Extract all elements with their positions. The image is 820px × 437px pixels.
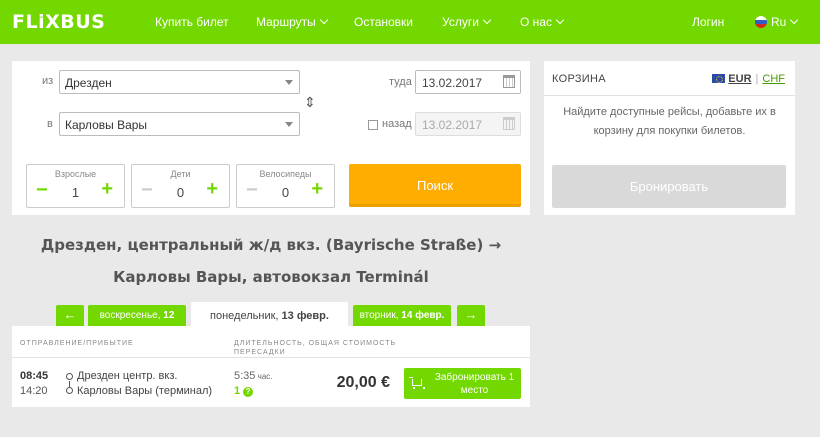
calendar-icon	[503, 117, 515, 130]
cart-title: КОРЗИНА	[552, 73, 606, 85]
to-label: в	[47, 118, 53, 130]
nav-routes[interactable]: Маршруты	[256, 15, 329, 29]
current-day-name: понедельник,	[210, 310, 282, 322]
trip-price: 20,00 €	[336, 374, 390, 391]
next-day-date: 14 февр.	[401, 310, 445, 321]
current-day-date: 13 февр.	[281, 310, 329, 322]
currency-chf[interactable]: CHF	[762, 73, 785, 85]
nav-services-label: Услуги	[442, 15, 479, 29]
departure-station[interactable]: Дрезден центр. вкз.	[77, 370, 177, 382]
depart-label: туда	[389, 76, 412, 88]
cart-divider	[544, 95, 795, 96]
trip-duration: 5:35 час.	[234, 370, 272, 382]
transfers-count[interactable]: 1?	[234, 385, 254, 397]
depart-date-input[interactable]: 13.02.2017	[415, 70, 521, 94]
departure-dot-icon	[66, 373, 73, 380]
currency-eur[interactable]: EUR	[728, 73, 751, 85]
russia-flag-icon	[755, 16, 767, 28]
cart-panel: КОРЗИНА EUR | CHF Найдите доступные рейсы,…	[544, 61, 795, 215]
nav-about-label: О нас	[520, 15, 552, 29]
children-stepper: Дети − 0 +	[131, 164, 230, 208]
from-label: из	[42, 75, 54, 87]
swap-direction-icon[interactable]: ⇕	[304, 94, 316, 111]
return-label: назад	[382, 118, 412, 130]
arrival-time: 14:20	[20, 385, 48, 397]
transfers-value: 1	[234, 385, 241, 397]
to-select[interactable]: Карловы Вары	[59, 112, 300, 136]
depart-date-value: 13.02.2017	[422, 76, 483, 90]
adults-plus-button[interactable]: +	[101, 178, 113, 201]
cart-empty-note: Найдите доступные рейсы, добавьте их в к…	[563, 106, 776, 137]
prev-day-date: 12	[163, 310, 175, 321]
adults-stepper: Взрослые − 1 +	[26, 164, 125, 208]
reserve-seat-button[interactable]: Забронировать 1 место	[404, 368, 521, 399]
tab-next-day[interactable]: вторник, 14 февр.	[353, 305, 451, 326]
chevron-down-icon	[790, 15, 799, 25]
currency-switcher: EUR | CHF	[712, 73, 785, 85]
calendar-icon[interactable]	[503, 75, 515, 88]
chevron-down-icon	[555, 15, 565, 25]
chevron-down-icon	[482, 15, 492, 25]
nav-about[interactable]: О нас	[520, 15, 565, 29]
language-label: Ru	[771, 15, 787, 29]
results-table: ОТПРАВЛЕНИЕ/ПРИБЫТИЕ ДЛИТЕЛЬНОСТЬ, ОБЩАЯ…	[12, 326, 530, 407]
departure-time: 08:45	[20, 370, 49, 382]
from-value: Дрезден	[65, 76, 112, 90]
next-day-arrow[interactable]: →	[457, 305, 485, 326]
arrival-station[interactable]: Карловы Вары (терминал)	[77, 385, 212, 397]
currency-separator: |	[755, 73, 759, 85]
flixbus-logo[interactable]: FLiXBUS	[12, 11, 105, 33]
to-value: Карловы Вары	[65, 118, 148, 132]
arrival-dot-icon	[66, 387, 73, 394]
header-dep-arr: ОТПРАВЛЕНИЕ/ПРИБЫТИЕ	[20, 340, 134, 347]
bikes-plus-button[interactable]: +	[311, 178, 323, 201]
header-duration-text: ДЛИТЕЛЬНОСТЬ,	[234, 340, 306, 347]
duration-value: 5:35	[234, 370, 256, 382]
nav-login[interactable]: Логин	[692, 15, 724, 29]
return-checkbox[interactable]	[368, 120, 378, 130]
chevron-down-icon	[319, 15, 329, 25]
prev-day-name: воскресенье,	[99, 310, 164, 321]
return-date-value: 13.02.2017	[422, 118, 483, 132]
search-panel: из Дрезден в Карловы Вары ⇕ туда 13.02.2…	[12, 61, 530, 215]
header-duration: ДЛИТЕЛЬНОСТЬ, ОБЩАЯ СТОИМОСТЬ ПЕРЕСАДКИ	[234, 339, 396, 357]
return-date-input[interactable]: 13.02.2017	[415, 112, 521, 136]
bikes-stepper: Велосипеды − 0 +	[236, 164, 335, 208]
prev-day-arrow[interactable]: ←	[56, 305, 84, 326]
tab-prev-day[interactable]: воскресенье, 12	[88, 305, 186, 326]
top-navbar: FLiXBUS Купить билет Маршруты Остановки …	[0, 0, 820, 44]
book-button[interactable]: Бронировать	[552, 165, 786, 208]
nav-routes-label: Маршруты	[256, 15, 316, 29]
reserve-seat-label: Забронировать 1 место	[434, 372, 515, 396]
nav-services[interactable]: Услуги	[442, 15, 492, 29]
nav-stops[interactable]: Остановки	[354, 15, 413, 29]
caret-down-icon	[285, 80, 293, 85]
eu-flag-icon	[712, 74, 726, 83]
children-plus-button[interactable]: +	[206, 178, 218, 201]
duration-unit: час.	[255, 372, 273, 381]
next-day-name: вторник,	[359, 310, 402, 321]
route-title-line2: Карловы Вары, автовокзал Terminál	[113, 268, 429, 286]
search-button[interactable]: Поиск	[349, 164, 521, 207]
from-select[interactable]: Дрезден	[59, 70, 300, 94]
header-transfers: ПЕРЕСАДКИ	[234, 349, 286, 356]
tab-current-day[interactable]: понедельник, 13 февр.	[191, 302, 348, 327]
route-title-line1: Дрезден, центральный ж/д вкз. (Bayrische…	[40, 236, 502, 254]
results-divider	[12, 357, 530, 358]
help-icon[interactable]: ?	[243, 387, 254, 397]
header-total: ОБЩАЯ СТОИМОСТЬ	[308, 340, 397, 347]
nav-buy-ticket[interactable]: Купить билет	[155, 15, 229, 29]
cart-icon	[409, 377, 425, 389]
caret-down-icon	[285, 122, 293, 127]
language-selector[interactable]: Ru	[755, 15, 799, 29]
